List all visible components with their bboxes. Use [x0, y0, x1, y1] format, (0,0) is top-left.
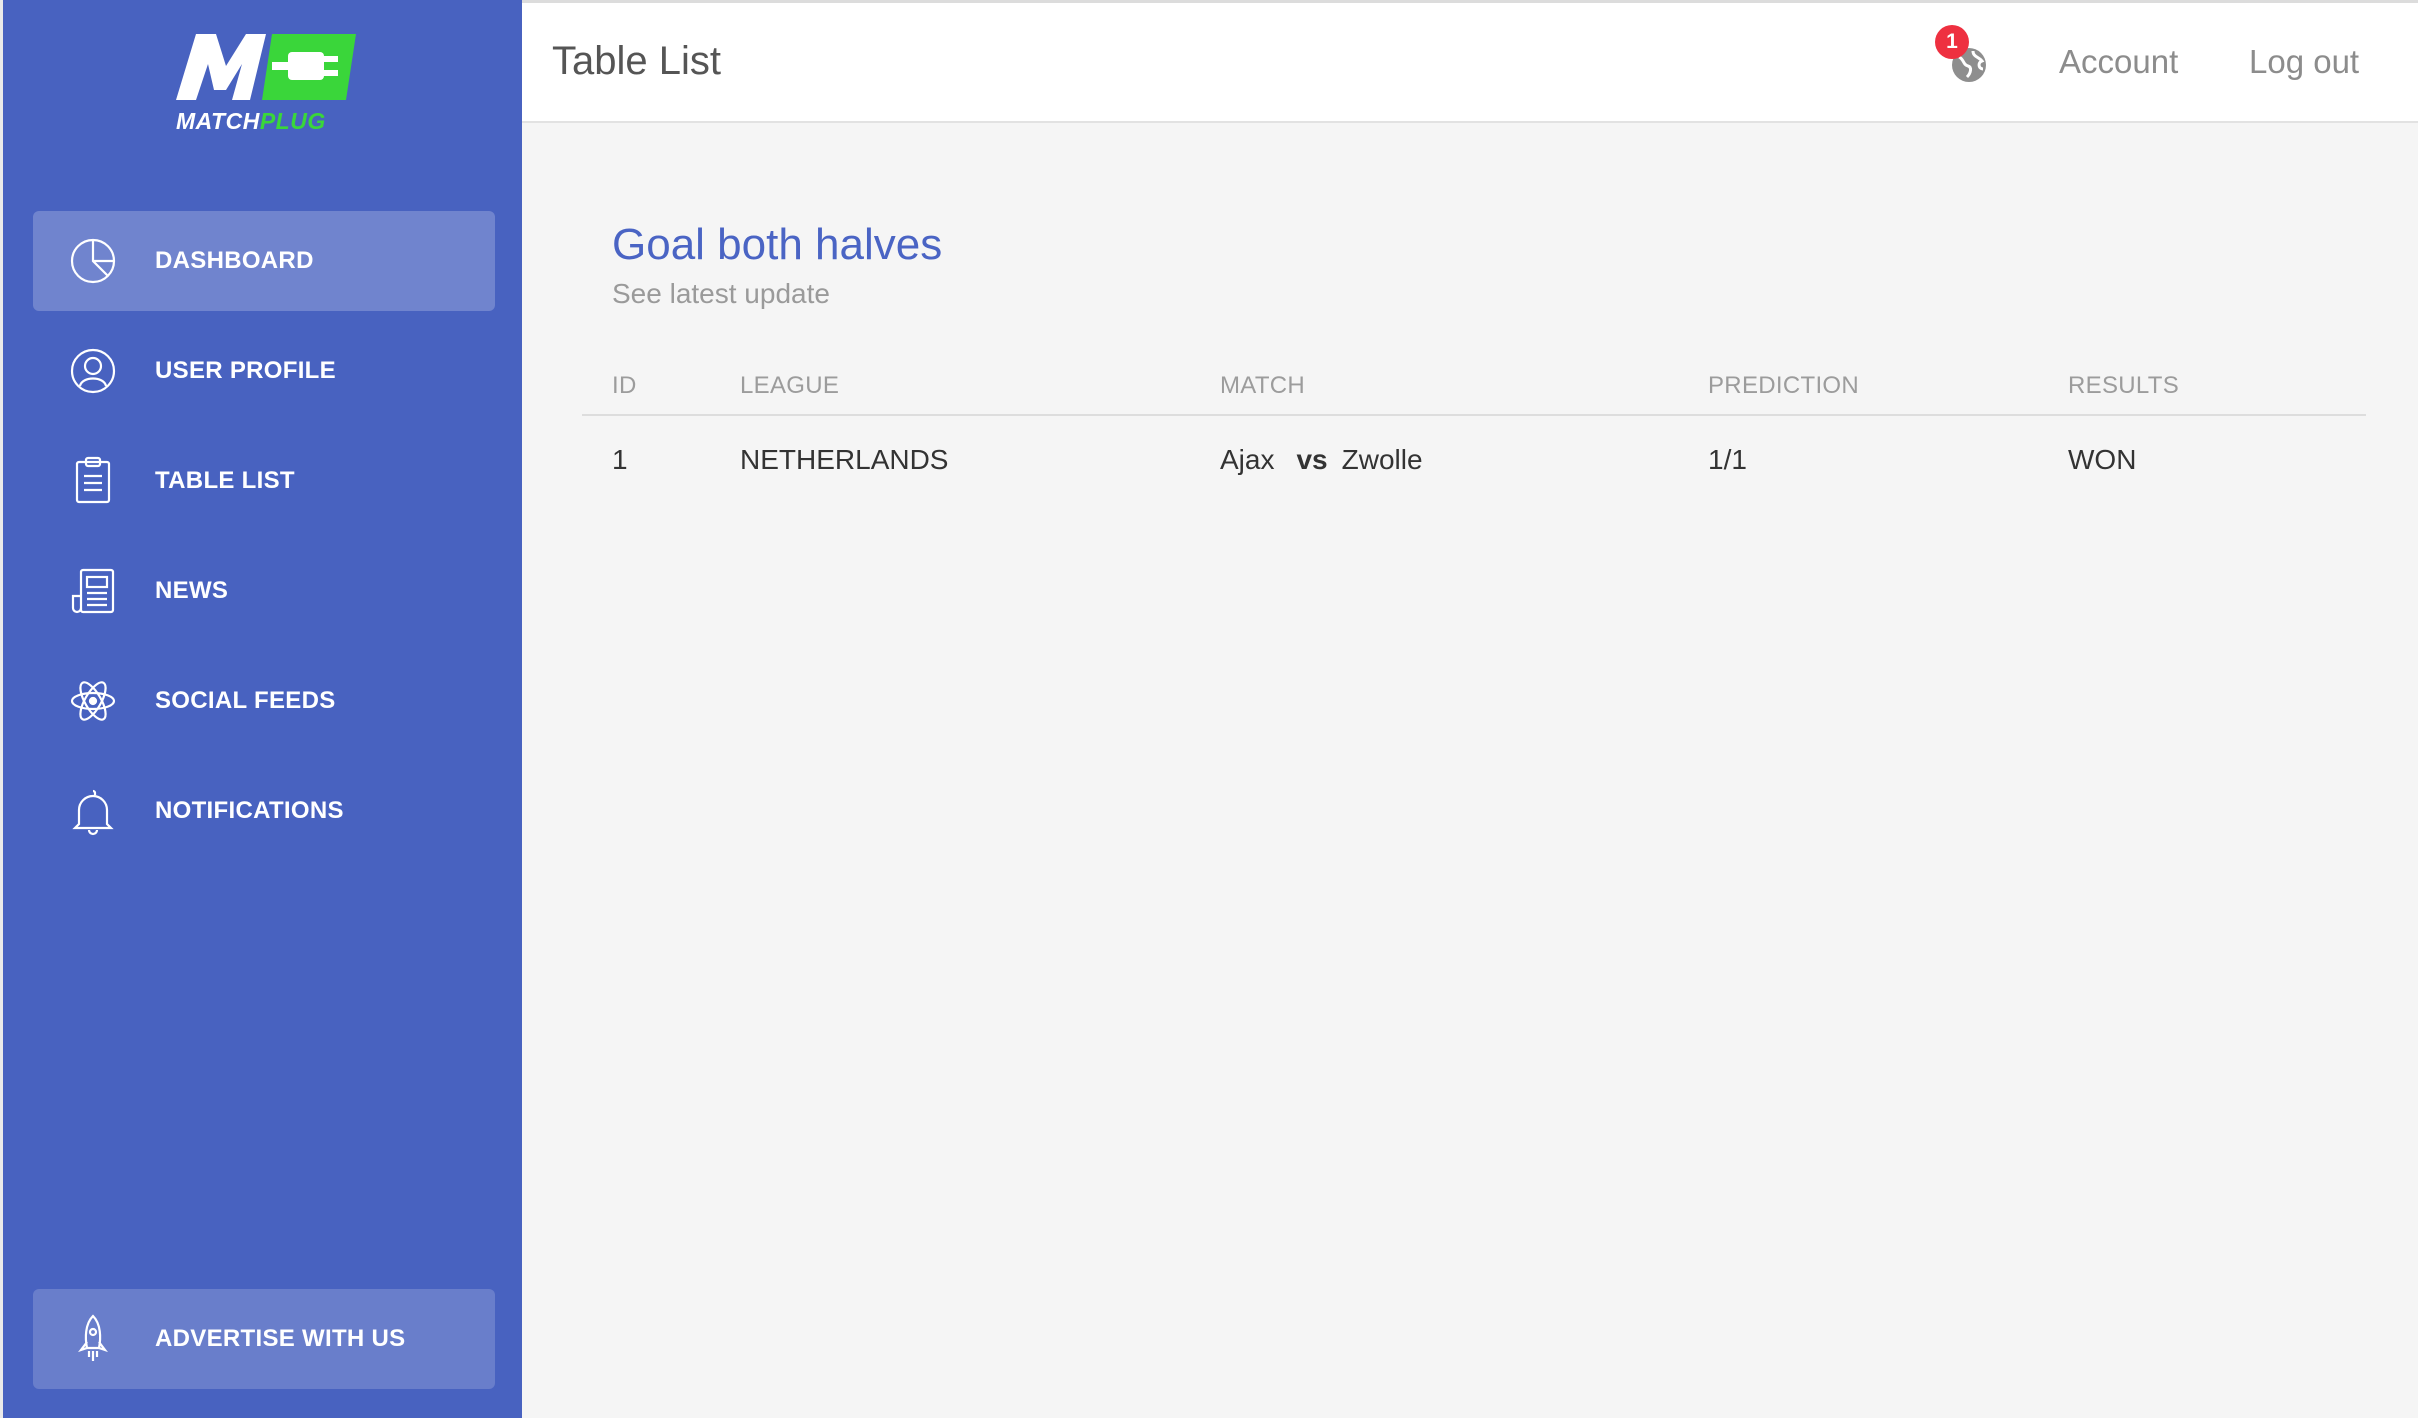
logout-link[interactable]: Log out: [2249, 43, 2359, 81]
atom-icon: [68, 676, 118, 726]
column-header-id: ID: [612, 372, 637, 399]
match-away-team: Zwolle: [1341, 444, 1423, 475]
advertise-button[interactable]: ADVERTISE WITH US: [33, 1289, 495, 1389]
cell-match: Ajax vs Zwolle: [1220, 444, 1423, 476]
matchplug-logo[interactable]: MATCHPLUG: [168, 28, 358, 140]
logo-mark-icon: [176, 34, 356, 100]
logo-text-plug: PLUG: [259, 108, 326, 134]
sidebar-item-notifications[interactable]: NOTIFICATIONS: [33, 761, 495, 861]
cell-id: 1: [612, 444, 628, 475]
rocket-icon: [68, 1314, 118, 1364]
column-header-match: MATCH: [1220, 372, 1306, 399]
column-header-league: LEAGUE: [740, 372, 840, 399]
sidebar-item-label: NOTIFICATIONS: [155, 797, 344, 824]
top-bar: Table List 1 Account Log out: [522, 0, 2418, 123]
logo-text-match: MATCH: [176, 108, 260, 134]
match-home-team: Ajax: [1220, 444, 1275, 475]
notification-count-badge: 1: [1935, 25, 1969, 59]
sidebar-item-dashboard[interactable]: DASHBOARD: [33, 211, 495, 311]
page-title: Table List: [552, 39, 721, 83]
sidebar-item-label: DASHBOARD: [155, 247, 314, 274]
sidebar-item-label: TABLE LIST: [155, 467, 295, 494]
user-icon: [68, 346, 118, 396]
sidebar: MATCHPLUG DASHBOARD USER PROFILE TABLE L…: [0, 0, 522, 1418]
bell-icon: [68, 786, 118, 836]
notifications-button[interactable]: 1: [1935, 25, 1989, 85]
newspaper-icon: [68, 566, 118, 616]
advertise-label: ADVERTISE WITH US: [155, 1325, 406, 1352]
cell-league: NETHERLANDS: [740, 444, 949, 475]
sidebar-item-label: NEWS: [155, 577, 229, 604]
sidebar-item-label: USER PROFILE: [155, 357, 336, 384]
sidebar-item-user-profile[interactable]: USER PROFILE: [33, 321, 495, 421]
sidebar-item-label: SOCIAL FEEDS: [155, 687, 336, 714]
card-subtitle: See latest update: [612, 278, 830, 309]
match-vs: vs: [1296, 444, 1328, 475]
logo-wordmark: MATCHPLUG: [176, 108, 366, 135]
sidebar-nav: DASHBOARD USER PROFILE TABLE LIST NEWS S…: [33, 211, 495, 871]
pie-chart-icon: [68, 236, 118, 286]
sidebar-item-social-feeds[interactable]: SOCIAL FEEDS: [33, 651, 495, 751]
table-header-divider: [582, 414, 2366, 416]
account-link[interactable]: Account: [2059, 43, 2178, 81]
cell-prediction: 1/1: [1708, 444, 1747, 475]
card-title: Goal both halves: [612, 220, 943, 269]
column-header-prediction: PREDICTION: [1708, 372, 1860, 399]
column-header-results: RESULTS: [2068, 372, 2180, 399]
clipboard-icon: [68, 456, 118, 506]
page: MATCHPLUG DASHBOARD USER PROFILE TABLE L…: [0, 0, 2418, 1418]
cell-result: WON: [2068, 444, 2137, 475]
sidebar-item-news[interactable]: NEWS: [33, 541, 495, 641]
sidebar-item-table-list[interactable]: TABLE LIST: [33, 431, 495, 531]
